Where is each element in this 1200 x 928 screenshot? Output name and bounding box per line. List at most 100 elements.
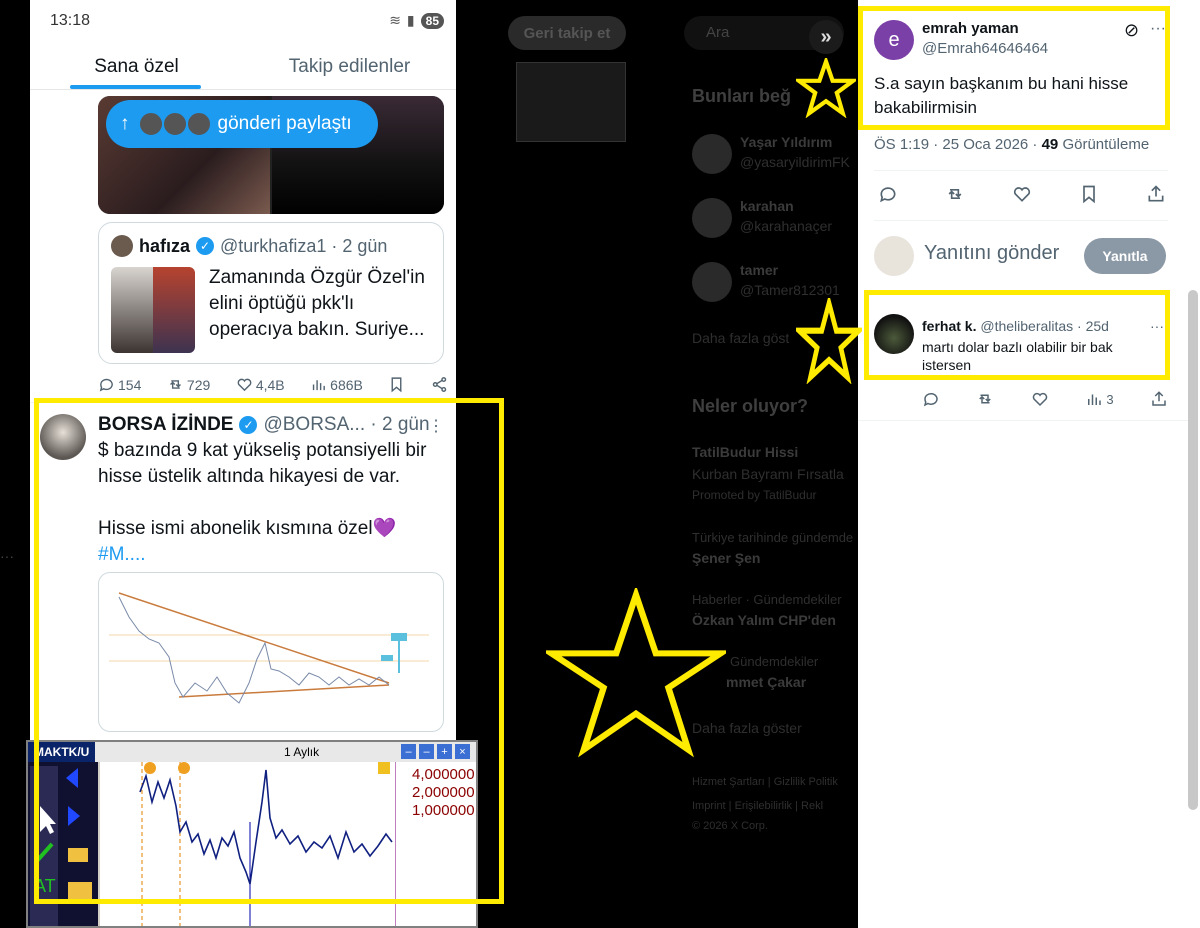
- heart-icon[interactable]: [1012, 184, 1032, 204]
- divider: [874, 170, 1168, 171]
- share-icon[interactable]: [1150, 390, 1168, 408]
- quote-media: [111, 267, 195, 353]
- avatar: [185, 111, 212, 137]
- repost-icon[interactable]: [976, 390, 994, 408]
- whats-happening-heading: Neler oluyor?: [692, 396, 809, 416]
- quote-text: Zamanında Özgür Özel'in elini öptüğü pkk…: [209, 267, 425, 340]
- footer-links[interactable]: Imprint | Erişilebilirlik | Rekl: [692, 800, 823, 812]
- repost-icon[interactable]: [945, 184, 965, 204]
- status-time: 13:18: [50, 12, 91, 29]
- star-icon: [546, 588, 726, 758]
- like-button[interactable]: 4,4B: [236, 376, 285, 393]
- bookmark-icon[interactable]: [1079, 184, 1099, 204]
- star-icon: [796, 298, 862, 384]
- verified-icon: ✓: [196, 237, 215, 255]
- trend-title[interactable]: TatilBudur Hissi: [692, 444, 798, 460]
- views-icon: [1088, 394, 1102, 405]
- expand-icon[interactable]: »: [809, 20, 843, 54]
- highlight-box: [34, 398, 504, 904]
- follow-name[interactable]: Yaşar Yıldırım: [740, 134, 832, 150]
- background-thumbnail: [516, 62, 626, 142]
- status-icons: ≋ ▮ 85: [389, 12, 444, 29]
- like-count: 4,4B: [255, 376, 285, 393]
- share-icon: [432, 377, 447, 392]
- reply-icon: [99, 378, 113, 392]
- media-left-photo: [111, 267, 153, 353]
- new-posts-pill[interactable]: ↑ gönderi paylaştı: [106, 100, 378, 148]
- quote-author-name: hafıza: [139, 235, 191, 256]
- reply-submit-button[interactable]: Yanıtla: [1084, 238, 1166, 274]
- trend-title[interactable]: mmet Çakar: [726, 674, 806, 690]
- post-actions: [878, 184, 1166, 204]
- views-button[interactable]: 686B: [310, 376, 363, 393]
- quote-header: hafıza ✓ @turkhafiza1 · 2 gün: [111, 235, 387, 257]
- show-more-link[interactable]: Daha fazla göst: [692, 330, 789, 346]
- trend-context: Türkiye tarihinde gündemde: [692, 530, 854, 545]
- background-twitter-page: Geri takip et Ara » Bunları beğ Yaşar Yı…: [456, 0, 858, 928]
- reply-icon[interactable]: [922, 390, 940, 408]
- divider: [874, 220, 1168, 221]
- post-timestamp: ÖS 1:19 · 25 Oca 2026 ·: [874, 136, 1042, 153]
- avatar: [137, 111, 164, 137]
- views-count: 686B: [330, 376, 363, 393]
- share-pill-label: gönderi paylaştı: [217, 113, 352, 134]
- reply-actions: 3: [922, 390, 1168, 408]
- repost-button[interactable]: 729: [167, 376, 210, 393]
- avatar: [111, 235, 133, 257]
- wifi-icon: ≋: [389, 12, 401, 28]
- footer-copyright: © 2026 X Corp.: [692, 820, 768, 832]
- signal-icon: ▮: [406, 12, 415, 28]
- bookmark-icon: [391, 377, 402, 393]
- avatar: [161, 111, 188, 137]
- reply-input[interactable]: Yanıtını gönder: [924, 242, 1059, 265]
- post-meta: ÖS 1:19 · 25 Oca 2026 · 49 Görüntüleme: [874, 136, 1149, 153]
- battery-icon: 85: [420, 12, 444, 29]
- follow-handle: @karahanaçer: [740, 218, 833, 234]
- views-count: 49: [1041, 136, 1059, 153]
- highlight-box: [858, 6, 1170, 130]
- trend-subtitle: Kurban Bayramı Fırsatla: [692, 466, 844, 482]
- follow-name[interactable]: tamer: [740, 262, 778, 278]
- reply-count: 154: [118, 376, 142, 393]
- follow-back-button[interactable]: Geri takip et: [508, 16, 626, 50]
- repost-count: 729: [186, 376, 211, 393]
- views-icon: [313, 380, 326, 391]
- timeline-tabs: Sana özel Takip edilenler: [30, 44, 456, 90]
- avatar: [692, 198, 732, 238]
- quoted-post[interactable]: hafıza ✓ @turkhafiza1 · 2 gün Zamanında …: [98, 222, 444, 364]
- highlight-box: [864, 290, 1170, 380]
- views-button[interactable]: 3: [1085, 390, 1114, 408]
- tab-for-you[interactable]: Sana özel: [30, 44, 243, 89]
- bookmark-button[interactable]: [388, 376, 405, 393]
- follow-handle: @yasaryildirimFK: [740, 154, 850, 170]
- scrollbar[interactable]: [1188, 290, 1198, 810]
- media-right-photo: [153, 267, 195, 353]
- quote-author-handle: @turkhafiza1 · 2 gün: [220, 235, 388, 256]
- tab-following[interactable]: Takip edilenler: [243, 44, 456, 89]
- divider: [858, 420, 1188, 421]
- heart-icon[interactable]: [1031, 390, 1049, 408]
- avatar: [692, 262, 732, 302]
- heart-icon: [237, 378, 252, 392]
- star-icon: [796, 58, 856, 118]
- share-icon[interactable]: [1146, 184, 1166, 204]
- who-to-follow-heading: Bunları beğ: [692, 86, 792, 106]
- trend-context: Gündemdekiler: [730, 654, 819, 669]
- views-label: Görüntüleme: [1058, 136, 1150, 153]
- avatar: [692, 134, 732, 174]
- repost-icon: [169, 380, 181, 389]
- more-icon: ···: [0, 548, 14, 564]
- promoted-label: Promoted by TatilBudur: [692, 488, 817, 502]
- reply-icon[interactable]: [878, 184, 898, 204]
- screen: Geri takip et Ara » Bunları beğ Yaşar Yı…: [0, 0, 1200, 928]
- post-actions: 154 729 4,4B 686B: [98, 376, 448, 393]
- arrow-up-icon: ↑: [120, 113, 130, 134]
- follow-handle: @Tamer812301: [740, 282, 840, 298]
- follow-name[interactable]: karahan: [740, 198, 794, 214]
- share-button[interactable]: [431, 376, 448, 393]
- reply-button[interactable]: 154: [98, 376, 141, 393]
- views-count: 3: [1106, 391, 1114, 407]
- avatar: [874, 236, 914, 276]
- trend-title[interactable]: Şener Şen: [692, 550, 760, 566]
- footer-links[interactable]: Hizmet Şartları | Gizlilik Politik: [692, 776, 838, 788]
